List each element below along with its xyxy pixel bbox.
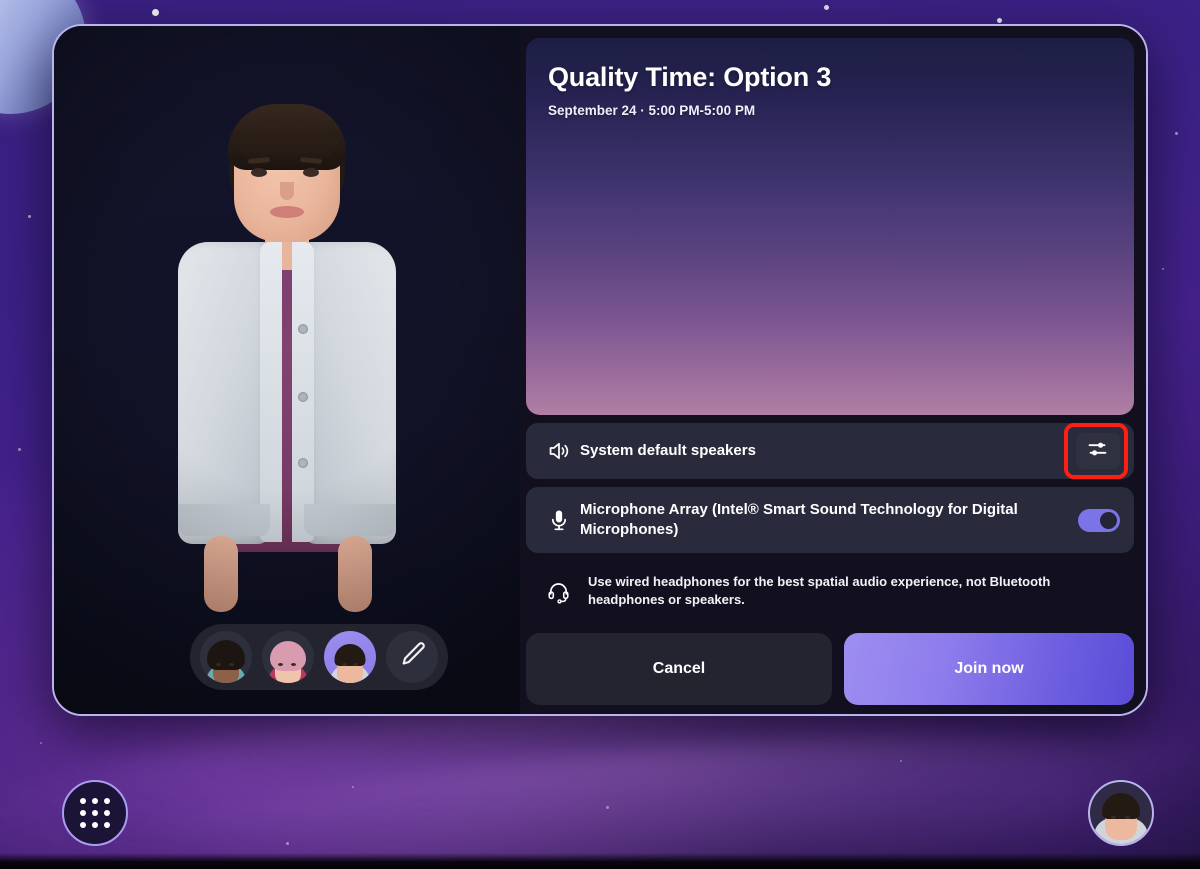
speaker-label: System default speakers bbox=[580, 442, 756, 460]
desktop-background: Quality Time: Option 3 September 24 · 5:… bbox=[0, 0, 1200, 869]
star bbox=[1162, 268, 1164, 270]
microphone-label: Microphone Array (Intel® Smart Sound Tec… bbox=[580, 501, 1018, 538]
avatar-option-2[interactable] bbox=[262, 631, 314, 683]
dialog-actions: Cancel Join now bbox=[526, 633, 1134, 705]
meeting-subtitle: September 24 · 5:00 PM-5:00 PM bbox=[548, 103, 756, 119]
star bbox=[28, 215, 31, 218]
star bbox=[997, 18, 1002, 23]
speaker-device-row[interactable]: System default speakers bbox=[526, 423, 1134, 479]
prejoin-content: Quality Time: Option 3 September 24 · 5:… bbox=[520, 26, 1146, 714]
microphone-toggle[interactable] bbox=[1078, 508, 1120, 532]
sliders-icon bbox=[1086, 437, 1110, 466]
speaker-icon bbox=[546, 438, 580, 464]
avatar-picker-dock bbox=[190, 624, 448, 690]
edit-avatar-button[interactable] bbox=[386, 631, 438, 683]
audio-settings-button[interactable] bbox=[1076, 433, 1120, 469]
microphone-icon bbox=[546, 507, 580, 533]
star bbox=[152, 9, 159, 16]
star bbox=[40, 742, 42, 744]
video-preview[interactable]: Quality Time: Option 3 September 24 · 5:… bbox=[526, 38, 1134, 415]
microphone-device-row[interactable]: Microphone Array (Intel® Smart Sound Tec… bbox=[526, 487, 1134, 553]
spatial-audio-tip: Use wired headphones for the best spatia… bbox=[526, 561, 1134, 621]
avatar-option-3[interactable] bbox=[324, 631, 376, 683]
avatar-preview-stage bbox=[54, 26, 520, 714]
star bbox=[824, 5, 829, 10]
avatar-figure bbox=[152, 92, 422, 652]
star bbox=[900, 760, 902, 762]
star bbox=[1175, 132, 1178, 135]
meeting-header: Quality Time: Option 3 September 24 · 5:… bbox=[548, 62, 1112, 118]
meeting-title: Quality Time: Option 3 bbox=[548, 62, 832, 92]
star bbox=[286, 842, 289, 845]
pencil-icon bbox=[397, 640, 427, 675]
cancel-button[interactable]: Cancel bbox=[526, 633, 832, 705]
spatial-audio-tip-text: Use wired headphones for the best spatia… bbox=[588, 574, 1051, 607]
star bbox=[352, 786, 354, 788]
prejoin-dialog: Quality Time: Option 3 September 24 · 5:… bbox=[52, 24, 1148, 716]
toggle-knob bbox=[1100, 511, 1117, 529]
headset-icon bbox=[546, 579, 580, 604]
star bbox=[606, 806, 609, 809]
profile-avatar[interactable] bbox=[1088, 780, 1154, 846]
nebula-arc-2 bbox=[55, 701, 1200, 869]
join-now-button[interactable]: Join now bbox=[844, 633, 1134, 705]
app-grid-icon[interactable] bbox=[62, 780, 128, 846]
star bbox=[18, 448, 21, 451]
avatar-option-1[interactable] bbox=[200, 631, 252, 683]
